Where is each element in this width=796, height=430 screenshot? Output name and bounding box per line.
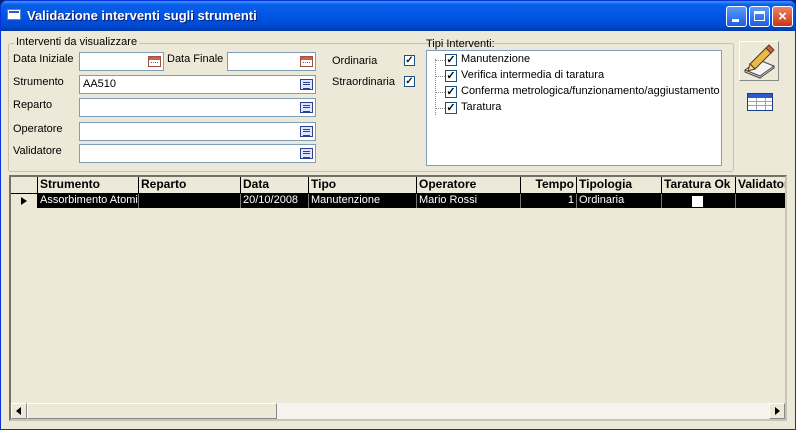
tipi-interventi-label: Tipi Interventi:: [426, 38, 495, 50]
cell-taratura-ok[interactable]: [662, 194, 736, 208]
tree-item-label: Manutenzione: [461, 53, 531, 65]
column-header[interactable]: Taratura Ok: [662, 177, 736, 193]
calendar-icon[interactable]: [300, 56, 313, 67]
tree-item-checkbox[interactable]: ✓: [445, 102, 457, 114]
tree-item-manutenzione[interactable]: ✓ Manutenzione: [427, 52, 717, 68]
column-header[interactable]: Reparto: [139, 177, 241, 193]
app-window-icon: [7, 9, 21, 20]
tipi-interventi-tree[interactable]: ✓ Manutenzione ✓ Verifica intermedia di …: [426, 50, 722, 166]
tree-connector: [435, 108, 445, 109]
column-header[interactable]: Data: [241, 177, 309, 193]
maximize-icon: [754, 11, 765, 21]
cell-validatore[interactable]: [736, 194, 785, 208]
tree-item-label: Taratura: [461, 101, 502, 113]
scroll-right-icon[interactable]: [769, 403, 785, 419]
column-header[interactable]: Tipo: [309, 177, 417, 193]
cell-tempo[interactable]: 1: [521, 194, 577, 208]
validatore-label: Validatore: [13, 145, 62, 157]
close-button[interactable]: ×: [772, 6, 793, 27]
tree-connector: [435, 60, 445, 61]
strumento-field[interactable]: AA510: [79, 75, 316, 94]
interventi-grid[interactable]: Strumento Reparto Data Tipo Operatore Te…: [9, 175, 787, 421]
column-header[interactable]: Validatore: [736, 177, 785, 193]
edit-button[interactable]: [739, 41, 779, 81]
cell-reparto[interactable]: [139, 194, 241, 208]
tree-item-checkbox[interactable]: ✓: [445, 86, 457, 98]
tree-connector: [435, 92, 445, 93]
reparto-field[interactable]: [79, 98, 316, 117]
tree-item-verifica[interactable]: ✓ Verifica intermedia di taratura: [427, 68, 717, 84]
straordinaria-checkbox[interactable]: ✓: [404, 76, 415, 87]
tree-item-conferma[interactable]: ✓ Conferma metrologica/funzionamento/agg…: [427, 84, 720, 100]
main-window: Validazione interventi sugli strumenti ×…: [0, 0, 796, 430]
column-header[interactable]: Tipologia: [577, 177, 662, 193]
tree-connector: [435, 76, 445, 77]
data-finale-label: Data Finale: [167, 53, 224, 65]
grid-header: Strumento Reparto Data Tipo Operatore Te…: [11, 177, 785, 194]
operatore-label: Operatore: [13, 123, 63, 135]
window-title: Validazione interventi sugli strumenti: [27, 8, 257, 23]
tree-item-checkbox[interactable]: ✓: [445, 54, 457, 66]
calendar-icon[interactable]: [148, 56, 161, 67]
column-header[interactable]: Tempo: [521, 177, 577, 193]
tree-item-taratura[interactable]: ✓ Taratura: [427, 100, 717, 116]
row-selector-icon[interactable]: [11, 194, 38, 208]
list-icon[interactable]: [300, 126, 313, 137]
cell-tipo[interactable]: Manutenzione: [309, 194, 417, 208]
column-header[interactable]: Strumento: [38, 177, 139, 193]
operatore-field[interactable]: [79, 122, 316, 141]
strumento-label: Strumento: [13, 76, 64, 88]
ordinaria-checkbox[interactable]: ✓: [404, 55, 415, 66]
column-header[interactable]: Operatore: [417, 177, 521, 193]
header-corner: [11, 177, 38, 193]
maximize-button[interactable]: [749, 6, 770, 27]
filter-legend: Interventi da visualizzare: [14, 36, 140, 48]
client-area: Interventi da visualizzare Data Iniziale…: [4, 31, 792, 427]
list-icon[interactable]: [300, 79, 313, 90]
title-bar[interactable]: Validazione interventi sugli strumenti ×: [1, 1, 795, 31]
ordinaria-label: Ordinaria: [332, 55, 378, 67]
minimize-button[interactable]: [726, 6, 747, 27]
scrollbar-thumb[interactable]: [27, 403, 277, 419]
cell-operatore[interactable]: Mario Rossi: [417, 194, 521, 208]
cell-data[interactable]: 20/10/2008: [241, 194, 309, 208]
horizontal-scrollbar[interactable]: [11, 403, 785, 419]
reparto-label: Reparto: [13, 99, 53, 111]
cell-tipologia[interactable]: Ordinaria: [577, 194, 662, 208]
tree-item-label: Verifica intermedia di taratura: [461, 69, 605, 81]
data-iniziale-label: Data Iniziale: [13, 53, 74, 65]
straordinaria-label: Straordinaria: [332, 76, 395, 88]
tree-item-label: Conferma metrologica/funzionamento/aggiu…: [461, 85, 720, 97]
close-icon: ×: [778, 8, 787, 25]
table-view-button[interactable]: [743, 89, 775, 115]
tree-item-checkbox[interactable]: ✓: [445, 70, 457, 82]
table-icon: [747, 93, 773, 111]
list-icon[interactable]: [300, 102, 313, 113]
table-row[interactable]: Assorbimento Atomic 20/10/2008 Manutenzi…: [11, 194, 785, 208]
list-icon[interactable]: [300, 148, 313, 159]
minimize-icon: [732, 19, 739, 22]
validatore-field[interactable]: [79, 144, 316, 163]
taratura-ok-checkbox[interactable]: [692, 196, 703, 207]
cell-strumento[interactable]: Assorbimento Atomic: [38, 194, 139, 208]
pencil-edit-icon: [743, 44, 776, 79]
scroll-left-icon[interactable]: [11, 403, 27, 419]
